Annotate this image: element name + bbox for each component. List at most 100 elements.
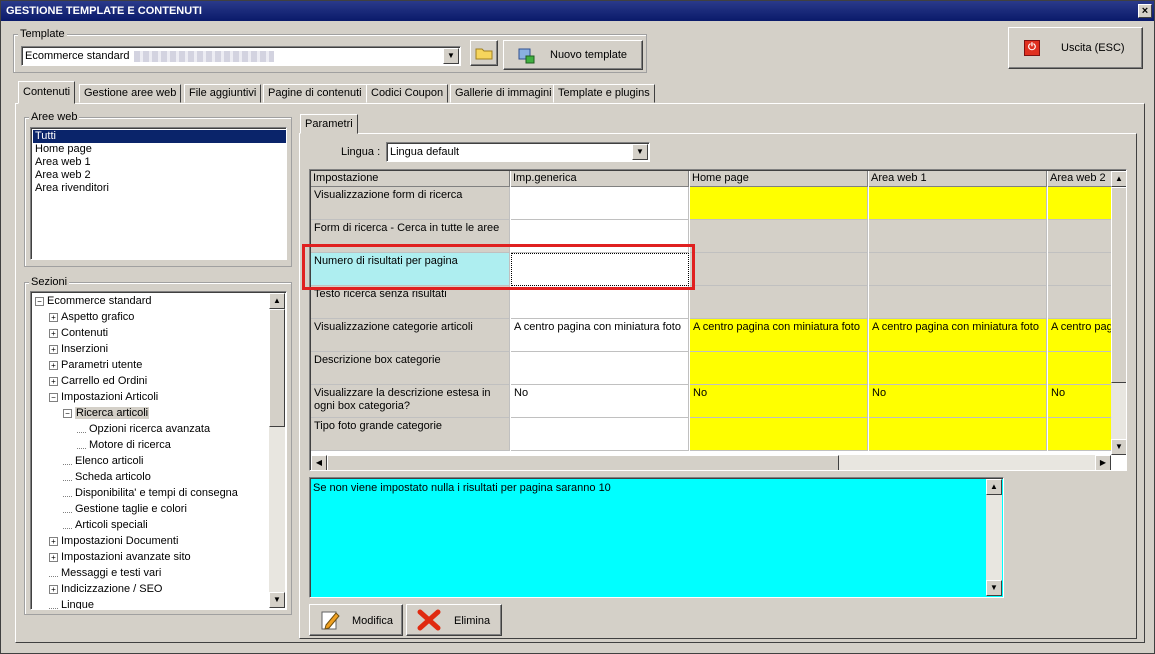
tree-item[interactable]: Elenco articoli — [35, 453, 286, 469]
collapse-icon[interactable]: − — [35, 296, 44, 306]
scroll-left-icon[interactable]: ◀ — [311, 455, 327, 470]
scroll-right-icon[interactable]: ▶ — [1095, 455, 1111, 470]
tree-item[interactable]: Motore di ricerca — [35, 437, 286, 453]
tab-codici-coupon[interactable]: Codici Coupon — [366, 84, 449, 103]
scroll-up-icon[interactable]: ▲ — [269, 293, 285, 309]
expand-icon[interactable]: + — [49, 344, 58, 354]
expand-icon[interactable]: + — [49, 584, 58, 594]
grid-cell[interactable] — [1048, 352, 1111, 385]
tree-item[interactable]: + Aspetto grafico — [35, 309, 286, 325]
grid-cell[interactable] — [690, 220, 868, 253]
grid-cell[interactable] — [869, 220, 1047, 253]
sezioni-tree[interactable]: − Ecommerce standard + Aspetto grafico + Cont… — [30, 291, 287, 610]
tree-item[interactable]: + Indicizzazione / SEO — [35, 581, 286, 597]
grid-cell[interactable] — [869, 253, 1047, 286]
tree-item[interactable]: Scheda articolo — [35, 469, 286, 485]
grid-cell[interactable] — [1048, 187, 1111, 220]
grid-cell[interactable] — [1048, 253, 1111, 286]
open-folder-button[interactable] — [470, 40, 498, 66]
tab-contenuti[interactable]: Contenuti — [18, 81, 76, 104]
grid-cell[interactable] — [869, 187, 1047, 220]
expand-icon[interactable]: + — [49, 360, 58, 370]
scroll-thumb[interactable] — [1111, 187, 1126, 383]
grid-cell[interactable] — [1048, 286, 1111, 319]
column-header[interactable]: Imp.generica — [511, 171, 689, 187]
expand-icon[interactable]: + — [49, 376, 58, 386]
settings-grid[interactable]: Impostazione Imp.generica Home page Area we… — [309, 169, 1127, 471]
scroll-down-icon[interactable]: ▼ — [986, 580, 1002, 596]
sezioni-scrollbar[interactable]: ▲ ▼ — [269, 293, 285, 608]
grid-cell[interactable]: A centro pagina con miniatura foto — [869, 319, 1047, 352]
grid-cell[interactable] — [869, 286, 1047, 319]
expand-icon[interactable]: + — [49, 312, 58, 322]
tree-item[interactable]: Articoli speciali — [35, 517, 286, 533]
tree-item[interactable]: + Carrello ed Ordini — [35, 373, 286, 389]
elimina-button[interactable]: Elimina — [406, 604, 502, 636]
lingua-select[interactable]: Lingua default ▼ — [386, 142, 650, 162]
grid-cell[interactable] — [690, 187, 868, 220]
grid-cell[interactable]: A centro pagina con miniatura foto — [511, 319, 689, 352]
tree-item[interactable]: + Inserzioni — [35, 341, 286, 357]
list-item[interactable]: Home page — [33, 143, 286, 156]
tab-file-aggiuntivi[interactable]: File aggiuntivi — [184, 84, 262, 103]
tree-item[interactable]: + Impostazioni avanzate sito — [35, 549, 286, 565]
description-box[interactable]: Se non viene impostato nulla i risultati… — [309, 477, 1004, 598]
grid-cell[interactable] — [690, 286, 868, 319]
column-header[interactable]: Impostazione — [311, 171, 510, 187]
chevron-down-icon[interactable]: ▼ — [632, 144, 648, 160]
tree-item[interactable]: Lingue — [35, 597, 286, 609]
grid-cell[interactable]: A centro pagina con miniatura foto — [1048, 319, 1111, 352]
list-item[interactable]: Area web 2 — [33, 169, 286, 182]
tree-item[interactable]: − Impostazioni Articoli — [35, 389, 286, 405]
list-item[interactable]: Area rivenditori — [33, 182, 286, 195]
grid-cell[interactable]: A centro pagina con miniatura foto — [690, 319, 868, 352]
column-header[interactable]: Area web 2 — [1048, 171, 1111, 187]
scroll-thumb[interactable] — [269, 309, 285, 427]
grid-cell[interactable]: No — [869, 385, 1047, 418]
collapse-icon[interactable]: − — [63, 408, 72, 418]
scroll-down-icon[interactable]: ▼ — [269, 592, 285, 608]
scroll-down-icon[interactable]: ▼ — [1111, 439, 1126, 455]
expand-icon[interactable]: + — [49, 552, 58, 562]
grid-cell[interactable]: No — [690, 385, 868, 418]
tab-template-e-plugins[interactable]: Template e plugins — [553, 84, 655, 103]
tree-item[interactable]: Opzioni ricerca avanzata — [35, 421, 286, 437]
grid-cell[interactable] — [511, 187, 689, 220]
collapse-icon[interactable]: − — [49, 392, 58, 402]
grid-cell[interactable] — [511, 352, 689, 385]
scroll-up-icon[interactable]: ▲ — [1111, 171, 1126, 187]
tree-item[interactable]: − Ricerca articoli — [35, 405, 286, 421]
chevron-down-icon[interactable]: ▼ — [443, 48, 459, 64]
grid-cell[interactable] — [511, 286, 689, 319]
grid-cell[interactable] — [511, 418, 689, 451]
grid-cell[interactable] — [690, 418, 868, 451]
column-header[interactable]: Home page — [690, 171, 868, 187]
list-item[interactable]: Area web 1 — [33, 156, 286, 169]
grid-vscroll[interactable]: ▲ ▼ — [1111, 171, 1126, 455]
tree-item[interactable]: + Contenuti — [35, 325, 286, 341]
grid-cell[interactable] — [1048, 418, 1111, 451]
aree-web-list[interactable]: Tutti Home page Area web 1 Area web 2 Area r… — [30, 127, 287, 260]
grid-cell[interactable] — [869, 352, 1047, 385]
expand-icon[interactable]: + — [49, 536, 58, 546]
tree-item[interactable]: Disponibilita' e tempi di consegna — [35, 485, 286, 501]
tree-item[interactable]: + Parametri utente — [35, 357, 286, 373]
grid-cell[interactable] — [690, 352, 868, 385]
scroll-thumb[interactable] — [327, 455, 839, 470]
tab-gestione-aree-web[interactable]: Gestione aree web — [79, 84, 182, 103]
grid-hscroll[interactable]: ◀ ▶ — [311, 455, 1111, 470]
template-select[interactable]: Ecommerce standard ▼ — [21, 46, 461, 66]
close-icon[interactable]: × — [1138, 4, 1152, 18]
exit-button[interactable]: ⏻ Uscita (ESC) — [1008, 27, 1143, 69]
tab-gallerie-di-immagini[interactable]: Gallerie di immagini — [450, 84, 557, 103]
modifica-button[interactable]: Modifica — [309, 604, 403, 636]
tree-item[interactable]: Gestione taglie e colori — [35, 501, 286, 517]
grid-cell[interactable] — [690, 253, 868, 286]
tree-item[interactable]: + Impostazioni Documenti — [35, 533, 286, 549]
grid-cell[interactable] — [869, 418, 1047, 451]
description-scrollbar[interactable]: ▲ ▼ — [986, 479, 1002, 596]
grid-cell[interactable]: No — [511, 385, 689, 418]
tree-item[interactable]: − Ecommerce standard — [35, 293, 286, 309]
new-template-button[interactable]: Nuovo template — [503, 40, 643, 70]
grid-cell[interactable] — [1048, 220, 1111, 253]
